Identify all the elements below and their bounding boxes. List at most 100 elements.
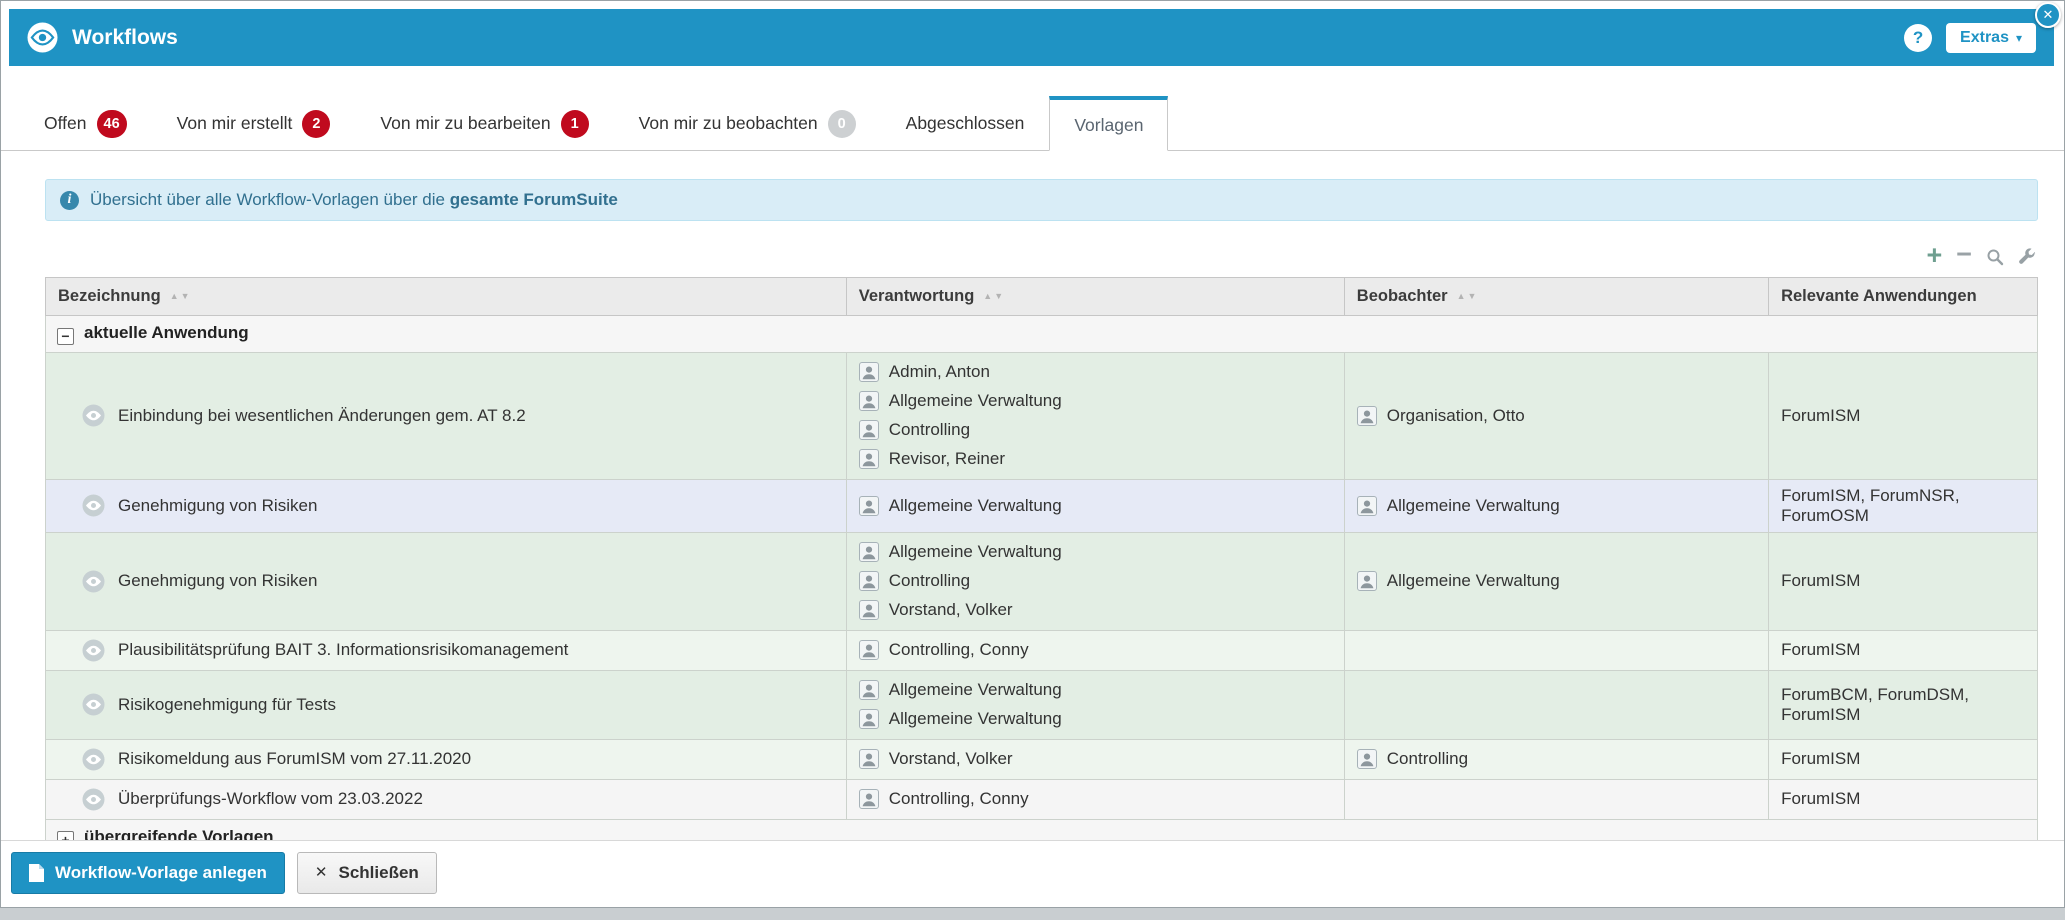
column-header-relevante-anwendungen[interactable]: Relevante Anwendungen	[1768, 277, 2038, 316]
person-entry: Organisation, Otto	[1356, 401, 1756, 430]
tab-von-mir-zu-bearbeiten[interactable]: Von mir zu bearbeiten 1	[355, 96, 613, 151]
person-icon	[858, 680, 879, 700]
person-icon	[858, 495, 879, 516]
responsible-cell: Controlling, Conny	[845, 629, 1345, 671]
tab-abgeschlossen[interactable]: Abgeschlossen	[881, 96, 1050, 151]
tab-label: Von mir erstellt	[176, 113, 293, 133]
create-workflow-template-button[interactable]: Workflow-Vorlage anlegen	[11, 851, 285, 894]
tab-label: Von mir zu bearbeiten	[380, 113, 551, 133]
workflow-template-row[interactable]: Einbindung bei wesentlichen Änderungen g…	[45, 351, 2038, 480]
tab-label: Abgeschlossen	[905, 113, 1025, 133]
person-entry: Controlling	[858, 567, 1332, 596]
responsible-cell: Allgemeine Verwaltung Controlling Vorsta…	[845, 531, 1345, 631]
person-icon	[858, 391, 879, 411]
tab-badge: 2	[302, 109, 331, 138]
person-icon	[858, 789, 879, 809]
person-name: Organisation, Otto	[1386, 405, 1525, 425]
chevron-down-icon: ▾	[2015, 30, 2022, 45]
tab-von-mir-zu-beobachten[interactable]: Von mir zu beobachten 0	[614, 96, 881, 151]
relevant-applications: ForumBCM, ForumDSM, ForumISM	[1768, 669, 2038, 740]
column-label: Verantwortung	[858, 287, 975, 305]
person-name: Controlling, Conny	[888, 640, 1029, 659]
person-entry: Allgemeine Verwaltung	[858, 705, 1332, 734]
person-entry: Vorstand, Volker	[858, 745, 1332, 774]
workflow-template-row[interactable]: Risikomeldung aus ForumISM vom 27.11.202…	[45, 738, 2038, 780]
observer-cell	[1343, 778, 1770, 820]
person-icon	[858, 640, 879, 660]
person-entry: Controlling, Conny	[858, 785, 1332, 814]
tab-von-mir-erstellt[interactable]: Von mir erstellt 2	[152, 96, 356, 151]
tab-offen[interactable]: Offen 46	[19, 96, 152, 151]
sort-icons: ▲ ▼	[983, 291, 1004, 301]
expand-toggle-icon[interactable]: −	[57, 327, 74, 345]
workflow-template-row[interactable]: Genehmigung von Risiken Allgemeine Verwa…	[45, 531, 2038, 631]
relevant-applications: ForumISM	[1768, 778, 2038, 820]
tab-vorlagen[interactable]: Vorlagen	[1049, 96, 1169, 151]
document-icon	[29, 863, 44, 882]
column-header-verantwortung[interactable]: Verantwortung ▲ ▼	[845, 277, 1345, 316]
person-name: Controlling	[1386, 749, 1469, 768]
person-name: Revisor, Reiner	[888, 449, 1005, 468]
relevant-applications: ForumISM	[1768, 629, 2038, 671]
add-icon[interactable]: +	[1926, 241, 1942, 269]
relevant-applications: ForumISM	[1768, 531, 2038, 631]
person-icon	[858, 542, 879, 562]
remove-icon[interactable]: −	[1956, 240, 1972, 268]
person-entry: Controlling	[858, 416, 1332, 445]
column-header-bezeichnung[interactable]: Bezeichnung ▲ ▼	[45, 277, 847, 316]
app-eye-icon	[27, 22, 58, 53]
workflow-template-row[interactable]: Genehmigung von Risiken Allgemeine Verwa…	[45, 478, 2038, 533]
person-icon	[858, 571, 879, 591]
sort-icons: ▲ ▼	[1456, 291, 1477, 301]
person-entry: Allgemeine Verwaltung	[858, 676, 1332, 705]
extras-label: Extras	[1960, 28, 2009, 46]
column-label: Beobachter	[1356, 287, 1448, 305]
responsible-cell: Admin, Anton Allgemeine Verwaltung Contr…	[845, 351, 1345, 480]
footer-bar: Workflow-Vorlage anlegen ✕ Schließen	[1, 839, 2064, 907]
person-icon	[1356, 405, 1377, 426]
search-icon[interactable]	[1986, 248, 2004, 266]
info-banner-text: Übersicht über alle Workflow-Vorlagen üb…	[90, 190, 618, 209]
person-entry: Revisor, Reiner	[858, 445, 1332, 474]
extras-button[interactable]: Extras ▾	[1946, 22, 2036, 53]
tab-label: Vorlagen	[1074, 114, 1144, 135]
group-row-aktuelle-anwendung[interactable]: − aktuelle Anwendung	[45, 315, 2038, 353]
observer-cell: Organisation, Otto	[1343, 351, 1770, 480]
responsible-cell: Controlling, Conny	[845, 778, 1345, 820]
workflow-name: Risikomeldung aus ForumISM vom 27.11.202…	[118, 749, 472, 768]
relevant-applications: ForumISM	[1768, 351, 2038, 480]
create-button-label: Workflow-Vorlage anlegen	[55, 862, 267, 882]
close-button[interactable]: ✕ Schließen	[296, 851, 437, 894]
group-label: aktuelle Anwendung	[84, 323, 249, 342]
workflow-name: Überprüfungs-Workflow vom 23.03.2022	[118, 789, 423, 808]
tab-badge: 46	[96, 109, 127, 138]
workflow-template-row[interactable]: Risikogenehmigung für Tests Allgemeine V…	[45, 669, 2038, 740]
window-close-button[interactable]: ✕	[2035, 2, 2061, 28]
workflow-templates-table: Bezeichnung ▲ ▼ Verantwortung ▲ ▼ Beobachter…	[45, 277, 2038, 893]
workflow-template-row[interactable]: Überprüfungs-Workflow vom 23.03.2022 Con…	[45, 778, 2038, 820]
responsible-cell: Allgemeine Verwaltung	[845, 478, 1345, 533]
tab-label: Offen	[44, 113, 87, 133]
settings-wrench-icon[interactable]	[2018, 248, 2036, 266]
person-entry: Allgemeine Verwaltung	[858, 387, 1332, 416]
column-label: Bezeichnung	[58, 287, 161, 305]
person-icon	[1356, 571, 1377, 591]
person-icon	[858, 362, 879, 382]
workflow-name: Plausibilitätsprüfung BAIT 3. Informatio…	[118, 640, 569, 659]
close-button-label: Schließen	[338, 862, 419, 882]
column-header-beobachter[interactable]: Beobachter ▲ ▼	[1343, 277, 1770, 316]
workflow-template-row[interactable]: Plausibilitätsprüfung BAIT 3. Informatio…	[45, 629, 2038, 671]
person-name: Allgemeine Verwaltung	[888, 542, 1062, 561]
person-icon	[858, 709, 879, 729]
info-banner: i Übersicht über alle Workflow-Vorlagen …	[45, 179, 2038, 221]
workflow-eye-icon	[82, 494, 105, 517]
workflow-name: Genehmigung von Risiken	[118, 495, 318, 515]
tab-bar: Offen 46 Von mir erstellt 2 Von mir zu b…	[1, 96, 2064, 151]
workflow-name: Risikogenehmigung für Tests	[118, 694, 336, 714]
table-toolbar: + −	[45, 240, 2036, 269]
help-button[interactable]: ?	[1904, 23, 1933, 52]
person-entry: Allgemeine Verwaltung	[1356, 491, 1756, 520]
tab-badge: 1	[560, 109, 589, 138]
responsible-cell: Vorstand, Volker	[845, 738, 1345, 780]
person-entry: Allgemeine Verwaltung	[1356, 567, 1756, 596]
